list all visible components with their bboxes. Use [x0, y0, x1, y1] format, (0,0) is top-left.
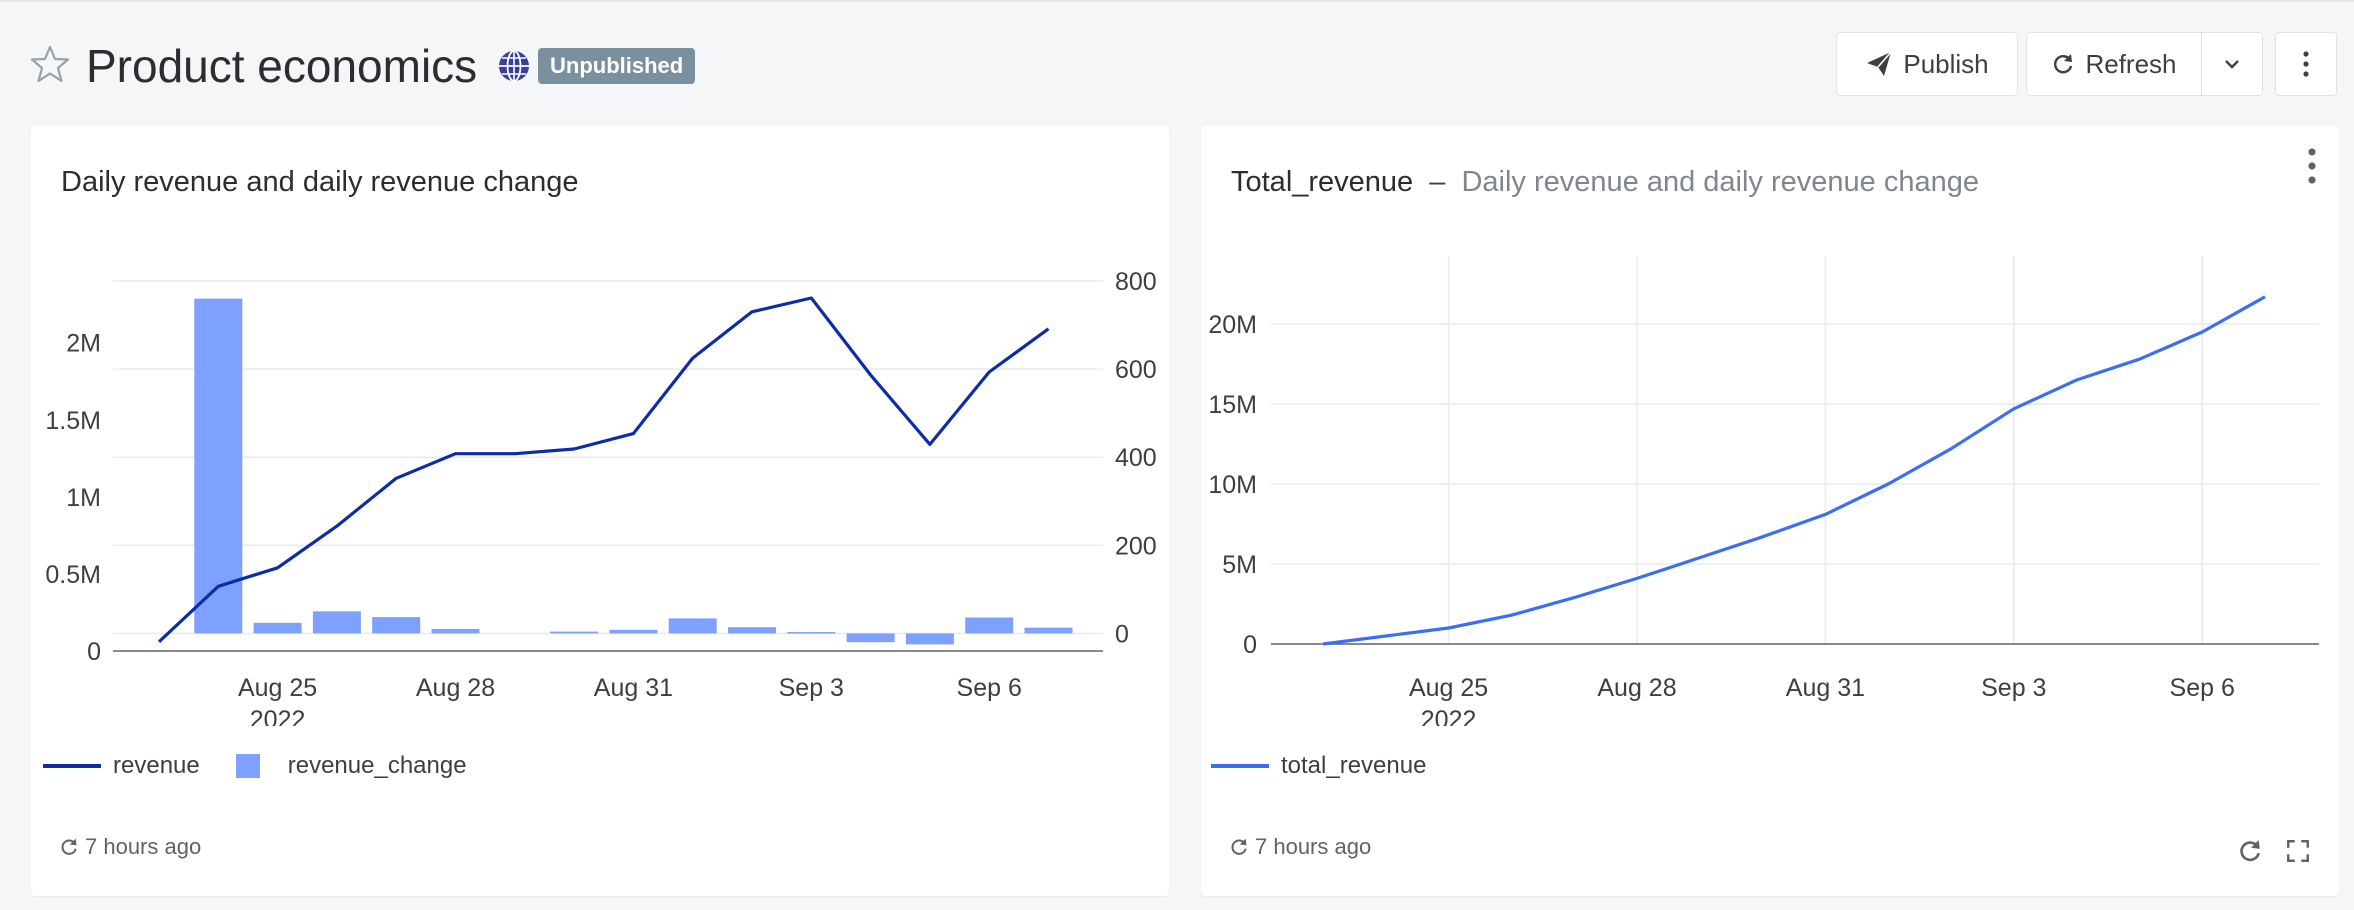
page-title: Product economics: [86, 40, 478, 92]
y-tick-label: 5M: [1222, 551, 1257, 579]
bar-revenue-change: [253, 622, 302, 634]
refresh-icon[interactable]: [2237, 838, 2263, 864]
fullscreen-icon[interactable]: [2285, 838, 2311, 864]
y-tick-label: 20M: [1208, 311, 1257, 339]
chevron-down-icon: [2225, 60, 2239, 69]
y-left-tick-label: 0.5M: [45, 561, 101, 589]
x-tick-label: Aug 31: [594, 674, 673, 702]
last-updated: 7 hours ago: [1229, 834, 1371, 860]
y-tick-label: 0: [1243, 631, 1257, 659]
refresh-icon: [1231, 838, 1247, 855]
bar-revenue-change: [431, 628, 480, 634]
legend-line-revenue: [43, 764, 101, 768]
x-tick-label: Sep 3: [1981, 674, 2046, 702]
y-right-tick-label: 0: [1115, 620, 1129, 648]
last-updated: 7 hours ago: [59, 834, 201, 860]
y-right-tick-label: 800: [1115, 268, 1157, 296]
y-tick-label: 15M: [1208, 391, 1257, 419]
x-tick-label: Aug 25: [1409, 674, 1488, 702]
more-vertical-icon: [2303, 51, 2309, 77]
bar-revenue-change: [846, 633, 895, 643]
bar-revenue-change: [728, 627, 776, 634]
x-tick-label: Aug 28: [416, 674, 495, 702]
refresh-label: Refresh: [2085, 48, 2177, 79]
x-tick-sublabel: 2022: [250, 706, 306, 726]
refresh-icon: [61, 838, 77, 855]
bar-revenue-change: [1024, 627, 1073, 634]
bar-revenue-change: [787, 632, 836, 634]
chart-legend: revenue revenue_change: [43, 752, 467, 780]
bar-revenue-change: [194, 298, 243, 634]
x-tick-label: Sep 3: [779, 674, 844, 702]
y-right-tick-label: 600: [1115, 356, 1157, 384]
x-tick-label: Sep 6: [2170, 674, 2235, 702]
y-left-tick-label: 1.5M: [45, 407, 101, 435]
legend-label-revenue[interactable]: revenue: [113, 752, 200, 780]
line-revenue: [157, 296, 1050, 643]
refresh-icon: [2054, 54, 2073, 74]
total-revenue-chart[interactable]: 0 5M 10M 15M 20M Aug 25 2022 Aug 28 Aug 31 Sep 3 S…: [1201, 126, 2339, 726]
y-right-tick-label: 200: [1115, 532, 1157, 560]
bar-revenue-change: [668, 618, 717, 634]
x-tick-label: Sep 6: [957, 674, 1022, 702]
chart-legend: total_revenue: [1211, 752, 1426, 780]
last-updated-text: 7 hours ago: [1255, 834, 1372, 859]
legend-line-total-revenue: [1211, 764, 1269, 768]
bar-revenue-change: [905, 633, 954, 645]
y-left-tick-label: 1M: [66, 484, 101, 512]
legend-label-revenue-change[interactable]: revenue_change: [288, 752, 467, 780]
last-updated-text: 7 hours ago: [85, 834, 202, 859]
x-tick-label: Aug 25: [238, 674, 317, 702]
legend-label-total-revenue[interactable]: total_revenue: [1281, 752, 1426, 780]
y-left-tick-label: 2M: [66, 330, 101, 358]
bar-revenue-change: [965, 617, 1014, 634]
bar-revenue-change: [609, 629, 658, 634]
dashboard-header: Product economics Unpublished Publish Re…: [0, 0, 2354, 126]
line-total-revenue: [1322, 295, 2266, 646]
refresh-button[interactable]: Refresh: [2026, 32, 2202, 96]
refresh-options-button[interactable]: [2201, 32, 2263, 96]
bar-revenue-change: [550, 631, 599, 634]
x-tick-label: Aug 31: [1786, 674, 1865, 702]
y-right-tick-label: 400: [1115, 444, 1157, 472]
publish-button[interactable]: Publish: [1836, 32, 2018, 96]
y-tick-label: 10M: [1208, 471, 1257, 499]
send-icon: [1867, 51, 1892, 76]
status-badge: Unpublished: [538, 48, 696, 84]
y-left-tick-label: 0: [87, 638, 101, 666]
x-tick-sublabel: 2022: [1421, 706, 1477, 726]
more-options-button[interactable]: [2275, 32, 2337, 96]
chart-card-daily-revenue: Daily revenue and daily revenue change 0…: [31, 126, 1169, 896]
bar-revenue-change: [372, 617, 421, 634]
chart-card-total-revenue: Total_revenue – Daily revenue and daily …: [1201, 126, 2339, 896]
star-icon[interactable]: [30, 44, 70, 84]
legend-swatch-revenue-change: [235, 754, 260, 778]
x-tick-label: Aug 28: [1597, 674, 1676, 702]
publish-label: Publish: [1903, 48, 1989, 79]
bar-revenue-change: [312, 611, 361, 634]
globe-icon: [499, 50, 529, 82]
daily-revenue-chart[interactable]: 0 200 400 600 800 0 0.5M 1M 1.5M 2M Aug 25 2022 Aug …: [31, 126, 1169, 726]
